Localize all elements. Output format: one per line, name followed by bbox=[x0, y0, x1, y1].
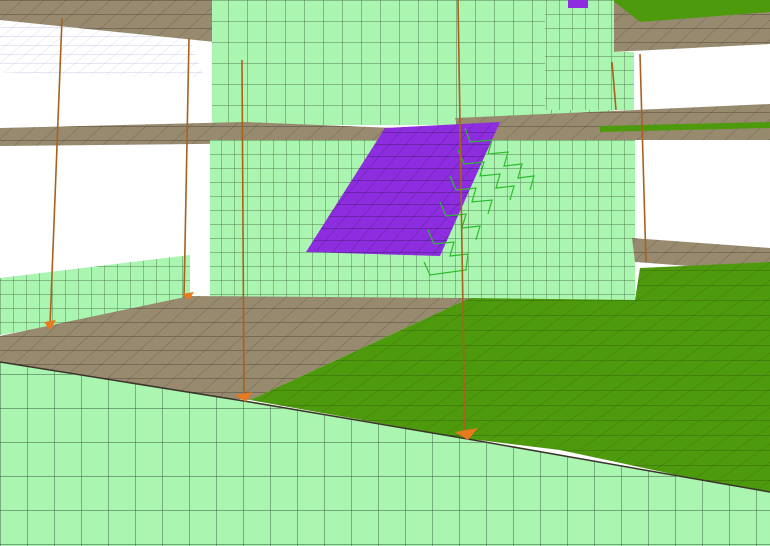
core-wall-back-right-mesh bbox=[545, 0, 614, 110]
3d-model-viewport[interactable] bbox=[0, 0, 770, 546]
opening-marker bbox=[568, 0, 588, 8]
fem-mesh-scene[interactable] bbox=[0, 0, 770, 546]
